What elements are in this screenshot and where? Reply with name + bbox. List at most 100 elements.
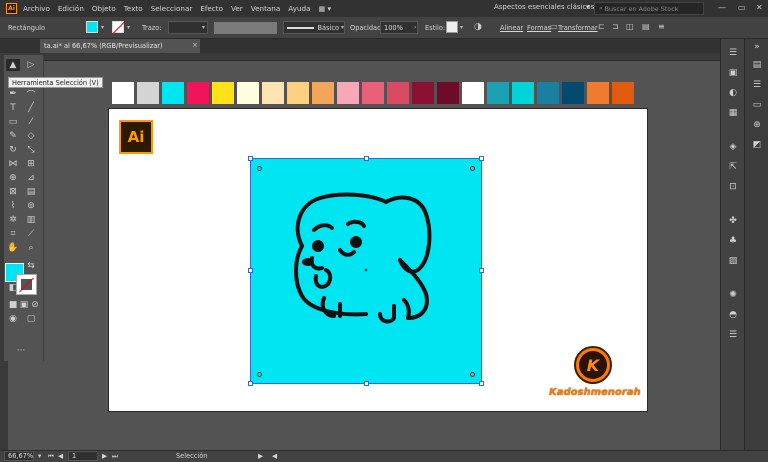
symbol-sprayer-tool-icon[interactable]: ✲ xyxy=(6,214,20,226)
symbols-icon[interactable]: ♣ xyxy=(726,235,740,247)
column-graph-tool-icon[interactable]: ▥ xyxy=(24,214,38,226)
color-swatch-3[interactable] xyxy=(187,82,209,104)
resize-handle[interactable] xyxy=(248,268,253,273)
transform-link[interactable]: Transformar xyxy=(558,24,598,32)
menu-ayuda[interactable]: Ayuda xyxy=(288,4,310,13)
menu-edicion[interactable]: Edición xyxy=(58,4,84,13)
horizontal-ruler[interactable] xyxy=(0,53,720,61)
layers-icon[interactable]: ◈ xyxy=(726,141,740,153)
swatches-icon[interactable]: ▦ xyxy=(726,107,740,119)
color-swatch-12[interactable] xyxy=(412,82,434,104)
workspace-switcher[interactable]: Aspectos esenciales clásicos xyxy=(494,3,594,11)
color-swatch-14[interactable] xyxy=(462,82,484,104)
close-tab-icon[interactable]: × xyxy=(192,41,198,49)
graphic-styles-icon[interactable]: ▨ xyxy=(726,255,740,267)
recolor-icon[interactable]: ◑ xyxy=(474,22,482,32)
libraries-icon[interactable]: ▣ xyxy=(726,67,740,79)
shaper-tool-icon[interactable]: ✎ xyxy=(6,130,20,142)
chevron-right-icon[interactable]: ▶ xyxy=(258,452,263,460)
draw-normal-icon[interactable]: ◉ xyxy=(6,313,20,325)
zoom-select[interactable]: 66,67% xyxy=(4,451,34,461)
chevron-left-icon[interactable]: ◀ xyxy=(272,452,277,460)
character-icon[interactable]: ▤ xyxy=(750,59,764,71)
artboard-tool-icon[interactable]: ⌗ xyxy=(6,228,20,240)
color-swatch-19[interactable] xyxy=(587,82,609,104)
color-swatch-17[interactable] xyxy=(537,82,559,104)
color-swatch-10[interactable] xyxy=(362,82,384,104)
arrange-icon[interactable]: ▤ xyxy=(642,22,650,31)
menu-objeto[interactable]: Objeto xyxy=(92,4,116,13)
line-tool-icon[interactable]: ╱ xyxy=(24,102,38,114)
type-tool-icon[interactable]: T xyxy=(6,102,20,114)
gradient-tool-icon[interactable]: ▤ xyxy=(24,186,38,198)
stroke-weight-input[interactable]: ▾ xyxy=(168,21,208,34)
prev-artboard-icon[interactable]: ◀ xyxy=(58,452,63,460)
color-swatch-15[interactable] xyxy=(487,82,509,104)
align-left-icon[interactable]: ⊏ xyxy=(598,22,605,31)
panel-menu-icon[interactable]: ≡ xyxy=(658,22,665,31)
free-transform-tool-icon[interactable]: ⊞ xyxy=(24,158,38,170)
menu-ventana[interactable]: Ventana xyxy=(251,4,281,13)
color-swatch-4[interactable] xyxy=(212,82,234,104)
chevron-down-icon[interactable]: ▾ xyxy=(586,3,590,11)
opentype-icon[interactable]: ▭ xyxy=(750,99,764,111)
width-tool-icon[interactable]: ⋈ xyxy=(6,158,20,170)
corner-widget[interactable] xyxy=(257,166,262,171)
color-swatch-13[interactable] xyxy=(437,82,459,104)
maximize-icon[interactable]: ▭ xyxy=(738,3,746,12)
appearance-icon[interactable]: ✺ xyxy=(726,289,740,301)
menu-archivo[interactable]: Archivo xyxy=(23,4,50,13)
color-swatch-11[interactable] xyxy=(387,82,409,104)
scale-tool-icon[interactable]: ⤡ xyxy=(24,144,38,156)
next-artboard-icon[interactable]: ▶ xyxy=(102,452,107,460)
stroke-color-swatch[interactable] xyxy=(112,21,124,33)
color-swatch-8[interactable] xyxy=(312,82,334,104)
hand-tool-icon[interactable]: ✋ xyxy=(6,242,20,254)
blend-tool-icon[interactable]: ⊚ xyxy=(24,200,38,212)
transform-panel-icon[interactable]: ⊕ xyxy=(750,119,764,131)
stock-search-input[interactable]: ⌕ Buscar en Adobe Stock xyxy=(594,2,704,15)
zoom-tool-icon[interactable]: ⌕ xyxy=(24,242,38,254)
resize-handle[interactable] xyxy=(364,156,369,161)
color-swatch-6[interactable] xyxy=(262,82,284,104)
minimize-icon[interactable]: — xyxy=(718,3,726,12)
color-swatch-20[interactable] xyxy=(612,82,634,104)
swap-fill-stroke-icon[interactable]: ⇆ xyxy=(24,260,38,272)
corner-widget[interactable] xyxy=(470,166,475,171)
stroke-panel-icon[interactable]: ☰ xyxy=(726,329,740,341)
corner-widget[interactable] xyxy=(257,372,262,377)
color-swatch-18[interactable] xyxy=(562,82,584,104)
slice-tool-icon[interactable]: ⟋ xyxy=(24,228,38,240)
rotate-tool-icon[interactable]: ↻ xyxy=(6,144,20,156)
align-link[interactable]: Alinear xyxy=(500,24,523,32)
screen-mode-icon[interactable]: ▢ xyxy=(24,313,38,325)
fill-color-swatch[interactable] xyxy=(86,21,98,33)
eraser-tool-icon[interactable]: ◇ xyxy=(24,130,38,142)
stroke-color-big-swatch[interactable] xyxy=(16,274,37,295)
resize-handle[interactable] xyxy=(248,156,253,161)
color-swatch-9[interactable] xyxy=(337,82,359,104)
brushes-icon[interactable]: ✤ xyxy=(726,215,740,227)
dog-illustration[interactable] xyxy=(280,186,460,336)
last-artboard-icon[interactable]: ⏭ xyxy=(112,452,118,461)
color-swatch-2[interactable] xyxy=(162,82,184,104)
mesh-tool-icon[interactable]: ⊠ xyxy=(6,186,20,198)
align-center-icon[interactable]: ⊐ xyxy=(612,22,619,31)
color-guide-icon[interactable]: ◐ xyxy=(726,87,740,99)
none-mode-icon[interactable]: ⊘ xyxy=(28,299,42,311)
menu-seleccionar[interactable]: Seleccionar xyxy=(151,4,193,13)
color-swatch-0[interactable] xyxy=(112,82,134,104)
selection-tool-icon[interactable]: ▲ xyxy=(6,59,20,71)
menu-texto[interactable]: Texto xyxy=(124,4,143,13)
chevron-down-icon[interactable]: ▾ xyxy=(38,452,41,460)
chevron-down-icon[interactable]: ▾ xyxy=(127,24,130,31)
resize-handle[interactable] xyxy=(479,381,484,386)
artboards-icon[interactable]: ⊡ xyxy=(726,181,740,193)
isolate-icon[interactable]: ◫ xyxy=(626,22,634,31)
chevron-right-icon[interactable]: › xyxy=(414,24,416,31)
brush-definition-select[interactable]: Básico ▾ xyxy=(283,21,345,34)
graphic-style-swatch[interactable] xyxy=(446,21,458,33)
opacity-input[interactable]: 100% xyxy=(380,21,418,34)
color-swatch-5[interactable] xyxy=(237,82,259,104)
pathfinder-icon[interactable]: ◩ xyxy=(750,139,764,151)
